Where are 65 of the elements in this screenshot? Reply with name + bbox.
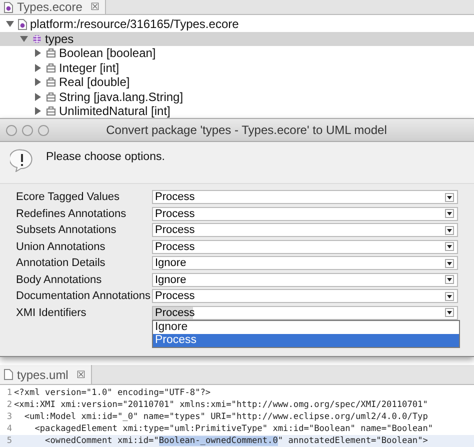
- line-number: 3: [6, 411, 12, 423]
- tree-item[interactable]: platform:/resource/316165/Types.ecore: [0, 17, 474, 32]
- info-bubble-icon: [10, 148, 34, 172]
- line-number: 2: [6, 399, 12, 411]
- message-text: Please choose options.: [46, 151, 165, 163]
- dropdown-arrow-icon: [445, 209, 454, 218]
- code-line: <xmi:XMI xmi:version="20110701" xmlns:xmi="http://www.omg.org/spec/XMI/20110701": [14, 399, 428, 411]
- dropdown-option[interactable]: Process: [153, 334, 459, 347]
- option-label: XMI Identifiers: [16, 306, 88, 319]
- dropdown-arrow-icon: [445, 292, 454, 301]
- dropdown-arrow-icon: [445, 226, 454, 235]
- dropdown-arrow-icon: [445, 275, 454, 284]
- code-line: <?xml version="1.0" encoding="UTF-8"?>: [14, 387, 211, 399]
- tree-item[interactable]: Real [double]: [0, 75, 474, 90]
- line-number: 4: [6, 423, 12, 435]
- tree-label: types: [45, 32, 74, 46]
- dropdown-option[interactable]: Ignore: [153, 320, 459, 334]
- dropdown-arrow-icon: [445, 308, 454, 318]
- option-label: Redefines Annotations: [16, 208, 128, 220]
- tree-item[interactable]: types: [0, 32, 474, 46]
- line-number: 5: [6, 435, 12, 447]
- code-line: <ownedComment xmi:id="Boolean-_ownedComment.0" annotatedElement="Boolean">: [44, 435, 428, 447]
- option-dropdown[interactable]: Ignore: [152, 256, 458, 270]
- datatype-icon: [46, 92, 56, 102]
- editor-tab[interactable]: Types.ecore ☒: [0, 0, 106, 14]
- editor-tab[interactable]: types.uml ☒: [0, 365, 92, 384]
- option-dropdown[interactable]: Process: [152, 190, 458, 204]
- dropdown-arrow-icon: [445, 242, 454, 252]
- dialog-title: Convert package 'types - Types.ecore' to UML model: [105, 123, 388, 137]
- tree-label: platform:/resource/316165/Types.ecore: [30, 17, 239, 32]
- option-label: Union Annotations: [16, 240, 106, 253]
- dropdown-arrow-icon: [445, 258, 454, 268]
- tree-label: Real [double]: [59, 75, 130, 90]
- file-icon: [4, 2, 13, 12]
- option-dropdown[interactable]: Process: [152, 240, 458, 254]
- package-icon: [32, 34, 42, 44]
- file-icon: [18, 18, 27, 30]
- tree-item[interactable]: Integer [int]: [0, 60, 474, 75]
- tree-label: String [java.lang.String]: [59, 90, 184, 104]
- tree-label: Boolean [boolean]: [59, 46, 156, 60]
- dropdown-arrow-icon: [445, 192, 454, 202]
- datatype-icon: [46, 48, 56, 58]
- option-label: Ecore Tagged Values: [16, 191, 121, 204]
- close-icon[interactable]: ☒: [90, 1, 100, 13]
- option-label: Subsets Annotations: [16, 224, 118, 236]
- tree-label: Integer [int]: [59, 60, 120, 75]
- tree-item[interactable]: Boolean [boolean]: [0, 46, 474, 60]
- file-icon: [4, 369, 13, 380]
- option-dropdown[interactable]: Process: [152, 206, 458, 221]
- datatype-icon: [46, 106, 56, 116]
- option-dropdown[interactable]: Process: [152, 289, 458, 304]
- tree-label: UnlimitedNatural [int]: [59, 104, 170, 118]
- option-label: Body Annotations: [16, 274, 103, 286]
- line-number: 1: [6, 387, 12, 399]
- close-icon[interactable]: ☒: [76, 368, 86, 380]
- option-label: Documentation Annotations: [16, 290, 152, 302]
- option-label: Annotation Details: [16, 257, 106, 270]
- option-dropdown[interactable]: Process: [152, 223, 458, 238]
- tree-item[interactable]: String [java.lang.String]: [0, 90, 474, 104]
- datatype-icon: [46, 62, 56, 73]
- option-dropdown[interactable]: Ignore: [152, 272, 458, 287]
- code-line: <packagedElement xmi:type="uml:PrimitiveType" xmi:id="Boolean" name="Boolean": [34, 423, 434, 435]
- tree-item[interactable]: UnlimitedNatural [int]: [0, 104, 474, 118]
- code-line: <uml:Model xmi:id="_0" name="types" URI="http://www.eclipse.org/uml2/4.0.0/Typ: [23, 411, 428, 423]
- datatype-icon: [46, 77, 56, 88]
